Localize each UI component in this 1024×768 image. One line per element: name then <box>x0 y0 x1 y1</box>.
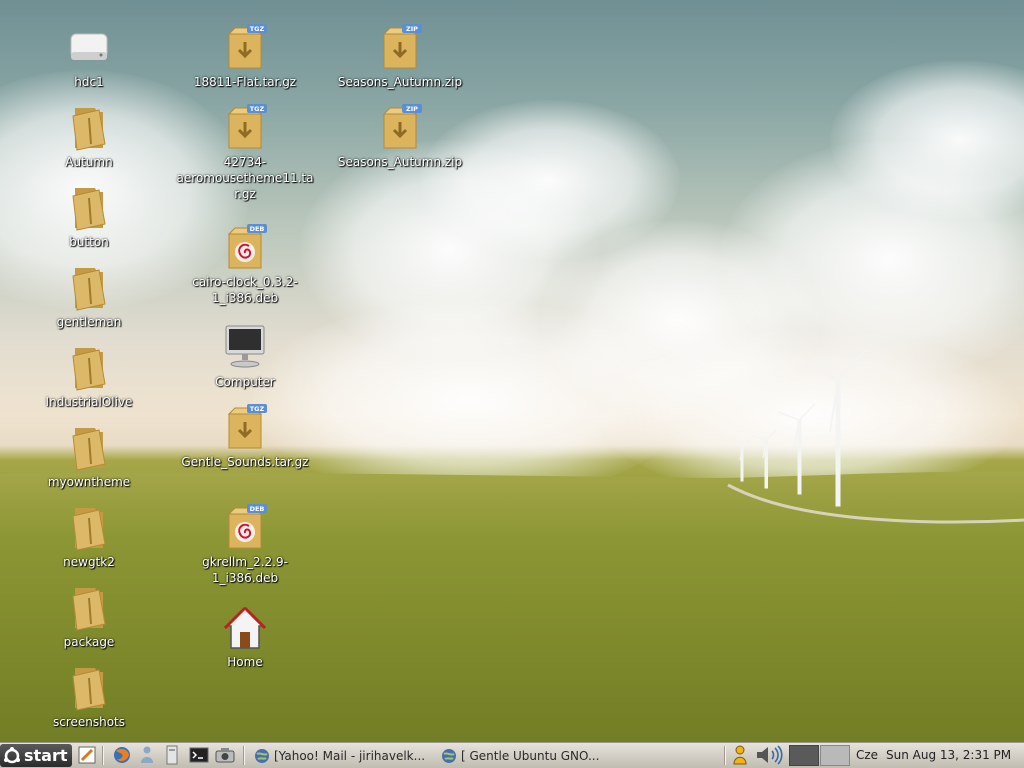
desktop-icon-folder[interactable]: button <box>34 184 144 250</box>
folder-icon <box>72 188 106 231</box>
icon-label: Gentle_Sounds.tar.gz <box>181 455 309 469</box>
svg-text:TGZ: TGZ <box>250 105 265 113</box>
desktop-icon-deb-package[interactable]: DEB cairo-clock_0.3.2-1_i386.deb <box>190 224 300 306</box>
icon-label: myowntheme <box>47 475 131 489</box>
task-label: [Yahoo! Mail - jirihavelk... <box>274 748 426 763</box>
icon-label: hdc1 <box>74 75 104 89</box>
start-button[interactable]: start <box>0 744 72 767</box>
taskbar: start [Yahoo! Mail - jirihavelk... [Gen… <box>0 742 1024 768</box>
desktop-background: hdc1 Autumn button gentleman IndustrialO… <box>0 0 1024 742</box>
folder-icon <box>72 108 106 151</box>
task-label: [ Gentle Ubuntu GNO... <box>461 748 600 763</box>
icon-label: 42734-aeromousetheme11.tar.gz <box>176 155 314 201</box>
messenger-tray-icon[interactable] <box>731 745 749 765</box>
icon-label: package <box>63 635 115 649</box>
taskbar-task-yahoo-mail[interactable]: [Yahoo! Mail - jirihavelk... <box>254 745 436 766</box>
svg-text:DEB: DEB <box>250 225 265 233</box>
icon-label: Autumn <box>65 155 113 169</box>
svg-text:ZIP: ZIP <box>406 25 418 33</box>
wind-turbine-landscape <box>0 349 1024 742</box>
folder-icon <box>72 348 106 391</box>
folder-icon <box>72 668 106 711</box>
svg-text:ZIP: ZIP <box>406 105 418 113</box>
desktop-icon-archive[interactable]: ZIP Seasons_Autumn.zip <box>338 24 462 90</box>
desktop-icon-archive[interactable]: TGZ 42734-aeromousetheme11.tar.gz <box>177 104 313 202</box>
zip-archive-icon: ZIP <box>382 24 422 69</box>
folder-icon <box>72 588 106 631</box>
messenger-icon[interactable] <box>137 745 157 765</box>
clock[interactable]: Sun Aug 13, 2:31 PM <box>886 748 1011 762</box>
icon-label: newgtk2 <box>63 555 115 569</box>
tgz-archive-icon: TGZ <box>227 404 267 449</box>
icon-label: Computer <box>215 375 275 389</box>
taskbar-separator <box>724 746 726 765</box>
home-icon <box>223 606 267 649</box>
icon-label: cairo-clock_0.3.2-1_i386.deb <box>192 275 298 305</box>
icon-label: Seasons_Autumn.zip <box>337 155 463 169</box>
svg-text:TGZ: TGZ <box>250 25 265 33</box>
debian-package-icon: DEB <box>227 504 267 549</box>
desktop-icon-home[interactable]: Home <box>190 604 300 670</box>
desktop-icon-folder[interactable]: myowntheme <box>34 424 144 490</box>
text-editor-icon[interactable] <box>77 745 97 765</box>
svg-text:DEB: DEB <box>250 505 265 513</box>
desktop-icon-archive[interactable]: TGZ 18811-Flat.tar.gz <box>190 24 300 90</box>
tgz-archive-icon: TGZ <box>227 24 267 69</box>
desktop-icon-archive[interactable]: TGZ Gentle_Sounds.tar.gz <box>181 404 309 470</box>
taskbar-separator <box>102 746 104 765</box>
tgz-archive-icon: TGZ <box>227 104 267 149</box>
icon-label: Seasons_Autumn.zip <box>337 75 463 89</box>
folder-icon <box>72 508 106 551</box>
icon-label: screenshots <box>52 715 126 729</box>
desktop-icon-folder[interactable]: gentleman <box>34 264 144 330</box>
icon-label: gentleman <box>56 315 122 329</box>
volume-icon[interactable] <box>755 745 785 765</box>
icon-label: IndustrialOlive <box>45 395 133 409</box>
taskbar-separator <box>243 746 245 765</box>
desktop-icon-archive[interactable]: ZIP Seasons_Autumn.zip <box>338 104 462 170</box>
debian-package-icon: DEB <box>227 224 267 269</box>
globe-icon <box>442 748 456 763</box>
taskbar-task-gentle-ubuntu[interactable]: [ Gentle Ubuntu GNO... <box>441 745 621 766</box>
workspace-1[interactable] <box>789 745 819 766</box>
zip-archive-icon: ZIP <box>382 104 422 149</box>
computer-icon <box>225 325 265 368</box>
workspace-2[interactable] <box>820 745 850 766</box>
desktop-icon-computer[interactable]: Computer <box>190 324 300 390</box>
screenshot-icon[interactable] <box>215 745 235 765</box>
desktop-icon-folder[interactable]: screenshots <box>34 664 144 730</box>
firefox-icon[interactable] <box>112 745 132 765</box>
icon-label: Home <box>227 655 263 669</box>
ubuntu-logo-icon <box>4 746 20 763</box>
keyboard-layout-indicator[interactable]: Cze <box>856 748 878 762</box>
folder-icon <box>72 428 106 471</box>
icon-label: 18811-Flat.tar.gz <box>193 75 297 89</box>
desktop-icon-drive[interactable]: hdc1 <box>34 24 144 90</box>
folder-icon <box>72 268 106 311</box>
desktop-icon-folder[interactable]: package <box>34 584 144 650</box>
desktop-icon-folder[interactable]: IndustrialOlive <box>34 344 144 410</box>
start-label: start <box>24 746 68 765</box>
terminal-icon[interactable] <box>189 745 209 765</box>
icon-label: button <box>69 235 109 249</box>
desktop-icon-folder[interactable]: Autumn <box>34 104 144 170</box>
desktop-icon-folder[interactable]: newgtk2 <box>34 504 144 570</box>
desktop-icon-deb-package[interactable]: DEB gkrellm_2.2.9-1_i386.deb <box>190 504 300 586</box>
file-manager-icon[interactable] <box>162 745 182 765</box>
globe-icon <box>255 748 269 763</box>
svg-text:TGZ: TGZ <box>250 405 265 413</box>
icon-label: gkrellm_2.2.9-1_i386.deb <box>202 555 288 585</box>
harddrive-icon <box>70 33 108 60</box>
